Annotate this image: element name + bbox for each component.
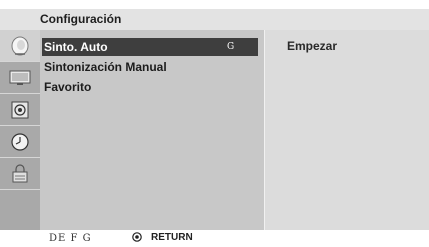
title-bar: Configuración [0,9,429,30]
action-panel: Empezar [264,30,429,230]
ok-button-icon [132,232,142,242]
menu-panel: Sinto. Auto G Sintonización Manual Favor… [40,30,264,230]
clock-icon [11,132,29,151]
menu-item-label: Favorito [44,80,92,94]
menu-item-label: Sinto. Auto [44,40,108,54]
category-time[interactable] [0,126,40,158]
category-sound[interactable] [0,94,40,126]
return-hint[interactable]: RETURN [151,232,193,243]
menu-item-manual-tuning[interactable]: Sintonización Manual [42,58,258,76]
satellite-dish-icon [11,36,29,55]
menu-item-favorite[interactable]: Favorito [42,78,258,96]
category-sidebar [0,30,40,230]
menu-item-auto-tuning[interactable]: Sinto. Auto G [42,38,258,56]
page-title: Configuración [40,12,122,26]
category-lock[interactable] [0,158,40,190]
footer-hints: DE F G RETURN [0,230,429,247]
speaker-icon [11,101,29,118]
category-picture[interactable] [0,62,40,94]
category-setup[interactable] [0,30,40,62]
menu-item-label: Sintonización Manual [44,60,167,74]
menu-item-key-hint: G [227,42,235,52]
lock-icon [12,163,28,182]
monitor-icon [9,70,31,85]
start-action[interactable]: Empezar [287,39,337,53]
nav-key-hints: DE F G [49,233,92,244]
